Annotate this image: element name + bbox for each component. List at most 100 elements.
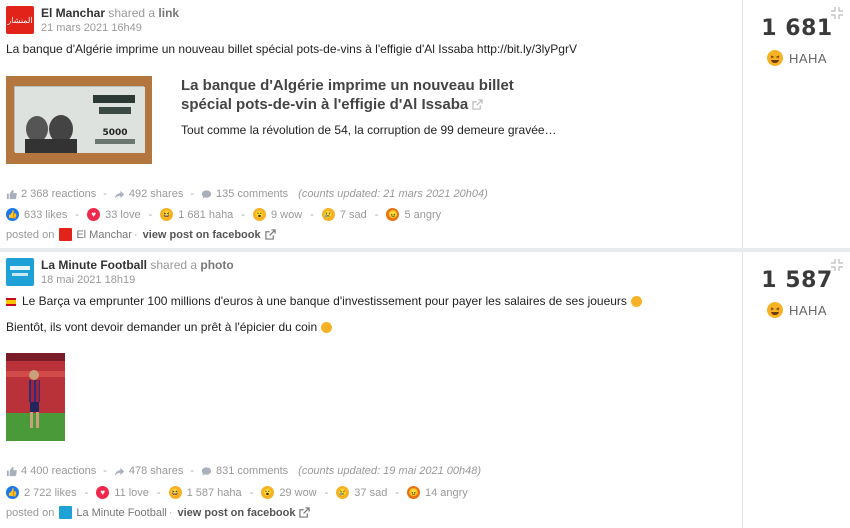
post-photo[interactable]	[6, 353, 65, 441]
link-thumbnail[interactable]: 5000	[6, 76, 152, 164]
haha-reaction-icon: 😆	[168, 486, 182, 499]
likes-count: 2 722 likes	[24, 486, 77, 499]
top-reaction-type: HAHA	[743, 302, 850, 318]
stats-row: 2 368 reactions - 492 shares - 135 comme…	[6, 188, 488, 200]
post-message-text: Le Barça va emprunter 100 millions d'eur…	[22, 294, 627, 308]
posted-on-label: posted on	[6, 228, 55, 241]
posted-on-row: posted on El Manchar · view post on face…	[6, 228, 276, 241]
external-link-icon[interactable]	[299, 507, 311, 518]
post-card: La Minute Football shared a photo 18 mai…	[0, 252, 850, 528]
love-count: 11 love	[114, 486, 149, 499]
external-link-icon[interactable]	[264, 229, 276, 240]
like-reaction-icon: 👍	[6, 208, 19, 221]
avatar-logo-text: المنشار	[7, 15, 33, 25]
post-message: La banque d'Algérie imprime un nouveau b…	[6, 42, 577, 56]
reactions-row: 👍 2 722 likes - ♥ 11 love - 😆 1 587 haha - …	[6, 486, 468, 499]
love-reaction-icon: ♥	[96, 486, 110, 499]
reaction-wow: 😮 29 wow	[261, 486, 317, 499]
posted-on-label: posted on	[6, 506, 55, 519]
post-header: المنشار El Manchar shared a link 21 mars…	[6, 6, 179, 38]
sad-reaction-icon: 😢	[336, 486, 350, 499]
post-message: Le Barça va emprunter 100 millions d'eur…	[6, 294, 642, 309]
link-description: Tout comme la révolution de 54, la corru…	[181, 123, 557, 137]
haha-count: 1 587 haha	[186, 486, 242, 499]
reactions-row: 👍 633 likes - ♥ 33 love - 😆 1 681 haha - 😮 9…	[6, 208, 442, 221]
author-avatar[interactable]: المنشار	[6, 6, 34, 34]
love-reaction-icon: ♥	[87, 208, 101, 221]
page-name[interactable]: La Minute Football	[76, 507, 167, 519]
wow-reaction-icon: 😮	[261, 486, 275, 499]
sad-count: 7 sad	[339, 208, 367, 221]
reaction-love: ♥ 33 love	[87, 208, 141, 221]
shared-text: shared a	[150, 258, 198, 272]
sad-count: 37 sad	[354, 486, 388, 499]
posted-on-row: posted on La Minute Football · view post…	[6, 506, 311, 519]
counts-updated: (counts updated: 19 mai 2021 00h48)	[298, 465, 482, 477]
sad-reaction-icon: 😢	[321, 208, 335, 221]
wow-count: 29 wow	[279, 486, 317, 499]
haha-reaction-icon: 😆	[160, 208, 174, 221]
top-reaction-label: HAHA	[788, 50, 828, 66]
top-reaction-count: 1 681	[761, 16, 833, 41]
post-message-line2: Bientôt, ils vont devoir demander un prê…	[6, 320, 333, 335]
haha-emoji-icon	[766, 302, 783, 318]
svg-text:5000: 5000	[102, 128, 127, 138]
view-on-facebook-link[interactable]: view post on facebook	[143, 229, 261, 241]
shared-type: photo	[200, 258, 234, 272]
reaction-wow: 😮 9 wow	[252, 208, 303, 221]
shared-type: link	[158, 6, 180, 20]
like-reaction-icon: 👍	[6, 486, 19, 499]
reaction-likes: 👍 633 likes	[6, 208, 67, 221]
reaction-sad: 😢 7 sad	[321, 208, 367, 221]
share-icon	[114, 190, 124, 199]
post-card: المنشار El Manchar shared a link 21 mars…	[0, 0, 850, 248]
comments-count: 135 comments	[216, 188, 289, 200]
laughing-emoji-icon	[630, 296, 642, 307]
comments-count: 831 comments	[216, 465, 289, 477]
shares-count: 478 shares	[128, 465, 184, 477]
external-link-icon[interactable]	[472, 99, 483, 110]
page-name[interactable]: El Manchar	[76, 229, 132, 241]
post-header: La Minute Football shared a photo 18 mai…	[6, 258, 234, 290]
banknote-image: 5000	[14, 86, 145, 153]
share-icon	[114, 467, 124, 476]
page-avatar[interactable]	[59, 506, 73, 519]
link-title-text[interactable]: La banque d'Algérie imprime un nouveau b…	[181, 77, 514, 113]
post-date: 18 mai 2021 18h19	[41, 274, 136, 286]
page-avatar[interactable]	[59, 228, 73, 241]
reactions-count: 4 400 reactions	[21, 465, 97, 477]
author-name[interactable]: El Manchar	[41, 6, 105, 20]
top-reaction-type: HAHA	[743, 50, 850, 66]
thumbs-up-icon	[6, 189, 17, 199]
haha-count: 1 681 haha	[178, 208, 234, 221]
reactions-count: 2 368 reactions	[21, 188, 97, 200]
angry-reaction-icon: 😠	[407, 486, 420, 499]
love-count: 33 love	[105, 208, 141, 221]
top-reaction-panel: 1 587 HAHA	[742, 252, 850, 528]
top-reaction-count: 1 587	[761, 268, 833, 293]
laughing-emoji-icon	[321, 322, 333, 333]
haha-emoji-icon	[766, 50, 783, 66]
reaction-love: ♥ 11 love	[96, 486, 149, 499]
comment-icon	[201, 189, 212, 199]
post-message-text-2: Bientôt, ils vont devoir demander un prê…	[6, 320, 318, 334]
view-on-facebook-link[interactable]: view post on facebook	[178, 507, 296, 519]
stats-row: 4 400 reactions - 478 shares - 831 comme…	[6, 465, 481, 477]
top-reaction-panel: 1 681 HAHA	[742, 0, 850, 248]
link-title[interactable]: La banque d'Algérie imprime un nouveau b…	[181, 76, 566, 114]
thumbs-up-icon	[6, 466, 17, 476]
reaction-haha: 😆 1 587 haha	[168, 486, 242, 499]
angry-reaction-icon: 😠	[386, 208, 400, 221]
shared-text: shared a	[108, 6, 156, 20]
author-avatar[interactable]	[6, 258, 34, 286]
reaction-angry: 😠 14 angry	[407, 486, 468, 499]
link-preview[interactable]: 5000 La banque d'Algérie imprime un nouv…	[6, 76, 566, 164]
comment-icon	[201, 466, 212, 476]
shares-count: 492 shares	[128, 188, 184, 200]
angry-count: 14 angry	[425, 486, 468, 499]
reaction-haha: 😆 1 681 haha	[160, 208, 233, 221]
author-name[interactable]: La Minute Football	[41, 258, 147, 272]
wow-count: 9 wow	[270, 208, 303, 221]
wow-reaction-icon: 😮	[252, 208, 266, 221]
spain-flag-icon	[6, 297, 16, 306]
